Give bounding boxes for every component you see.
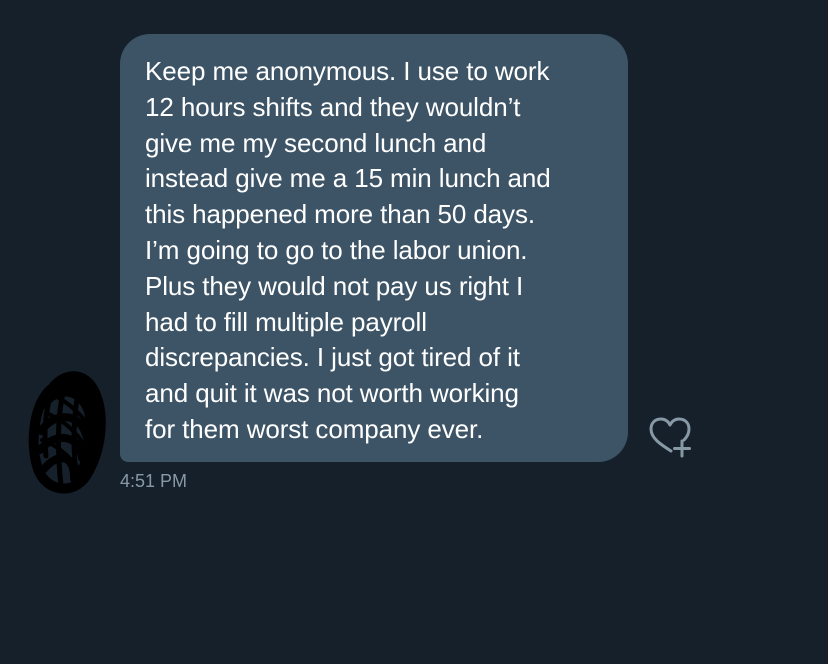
message-text-line-10: and quit it was not worth working bbox=[145, 378, 519, 409]
heart-plus-icon bbox=[649, 417, 691, 458]
add-reaction-button[interactable] bbox=[647, 414, 693, 460]
message-text-line-4: instead give me a 15 min lunch and bbox=[145, 163, 551, 194]
message-text-line-9: discrepancies. I just got tired of it bbox=[145, 342, 520, 373]
redacted-avatar bbox=[28, 371, 106, 494]
received-message-row: Keep me anonymous. I use to work 12 hour… bbox=[0, 0, 828, 664]
message-bubble[interactable]: Keep me anonymous. I use to work 12 hour… bbox=[120, 34, 628, 462]
direct-message-screen: Keep me anonymous. I use to work 12 hour… bbox=[0, 0, 828, 664]
message-text-line-8: had to fill multiple payroll bbox=[145, 306, 427, 337]
message-text-line-5: this happened more than 50 days. bbox=[145, 199, 535, 230]
message-text-line-2: 12 hours shifts and they wouldn’t bbox=[145, 91, 521, 122]
message-timestamp: 4:51 PM bbox=[120, 471, 188, 491]
message-text-line-7: Plus they would not pay us right I bbox=[145, 270, 524, 301]
message-text-line-1: Keep me anonymous. I use to work bbox=[145, 56, 550, 86]
message-text-line-3: give me my second lunch and bbox=[145, 127, 487, 158]
message-text-line-6: I’m going to go to the labor union. bbox=[145, 234, 528, 265]
message-text-line-11: for them worst company ever. bbox=[145, 413, 484, 444]
